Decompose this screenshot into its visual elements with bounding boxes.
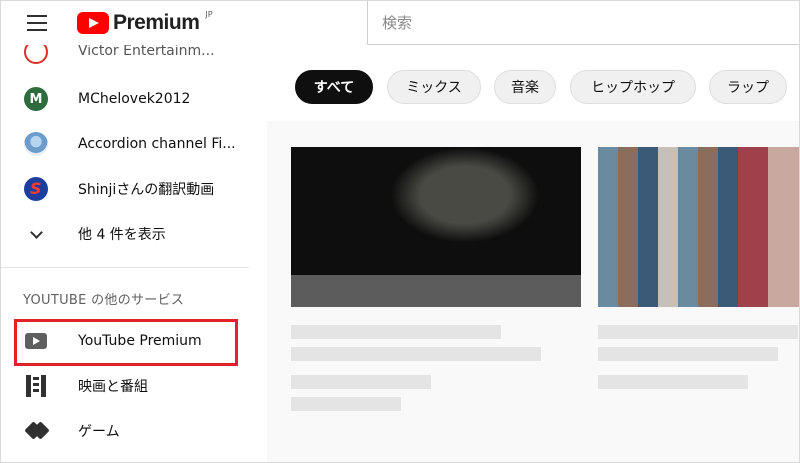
hamburger-menu-icon[interactable] xyxy=(27,15,47,31)
filter-chip-bar: すべて ミックス 音楽 ヒップホップ ラップ xyxy=(267,55,799,121)
sidebar-item-gaming[interactable]: ゲーム xyxy=(1,409,267,453)
chip-rap[interactable]: ラップ xyxy=(709,70,787,104)
sidebar: Premium JP Victor Entertainm... M MChelo… xyxy=(1,1,267,462)
top-bar: 検索 xyxy=(267,1,799,55)
video-thumbnail[interactable] xyxy=(291,147,581,307)
show-more-button[interactable]: 他 4 件を表示 xyxy=(1,212,267,256)
sidebar-item-label: Shinjiさんの翻訳動画 xyxy=(78,182,215,198)
search-input[interactable]: 検索 xyxy=(367,1,799,45)
sidebar-item-subscription[interactable]: M MChelovek2012 xyxy=(1,77,267,121)
channel-avatar-icon xyxy=(23,176,49,202)
video-thumbnail[interactable] xyxy=(598,147,799,307)
main-content: 検索 すべて ミックス 音楽 ヒップホップ ラップ xyxy=(267,1,799,462)
masthead: Premium JP xyxy=(1,1,267,45)
video-grid xyxy=(267,121,799,462)
sidebar-item-movies[interactable]: 映画と番組 xyxy=(1,364,267,408)
chip-music[interactable]: 音楽 xyxy=(494,70,556,104)
youtube-play-logo-icon xyxy=(77,12,109,34)
sidebar-item-subscription[interactable]: Accordion channel Fi... xyxy=(1,122,267,166)
video-meta-placeholder xyxy=(598,375,748,389)
chip-mix[interactable]: ミックス xyxy=(387,70,481,104)
channel-avatar-icon xyxy=(23,131,49,157)
logo-region: JP xyxy=(205,9,213,19)
video-meta-placeholder xyxy=(291,375,431,389)
gaming-icon xyxy=(23,418,49,444)
search-placeholder: 検索 xyxy=(382,14,413,32)
youtube-window: Premium JP Victor Entertainm... M MChelo… xyxy=(0,0,800,463)
youtube-premium-logo[interactable]: Premium JP xyxy=(77,10,213,36)
section-title: YOUTUBE の他のサービス xyxy=(23,293,185,308)
video-meta-placeholder xyxy=(291,397,401,411)
show-more-label: 他 4 件を表示 xyxy=(78,227,166,243)
chip-all[interactable]: すべて xyxy=(295,70,373,104)
video-title-placeholder xyxy=(598,325,798,339)
sidebar-item-label: Accordion channel Fi... xyxy=(78,136,236,152)
logo-text: Premium xyxy=(113,11,200,34)
video-title-placeholder xyxy=(598,347,778,361)
sidebar-item-label: MChelovek2012 xyxy=(78,91,191,107)
channel-avatar-icon: M xyxy=(23,86,49,112)
sidebar-item-label: ゲーム xyxy=(78,424,120,440)
video-title-placeholder xyxy=(291,325,501,339)
sidebar-item-subscription[interactable]: Shinjiさんの翻訳動画 xyxy=(1,167,267,211)
sidebar-item-label: 映画と番組 xyxy=(78,379,148,395)
sidebar-divider xyxy=(1,267,249,268)
video-title-placeholder xyxy=(291,347,541,361)
highlight-box xyxy=(14,319,238,366)
chip-hiphop[interactable]: ヒップホップ xyxy=(570,70,696,104)
sidebar-item-label: Victor Entertainm... xyxy=(78,43,215,59)
film-icon xyxy=(23,373,49,399)
chevron-down-icon xyxy=(23,221,49,247)
